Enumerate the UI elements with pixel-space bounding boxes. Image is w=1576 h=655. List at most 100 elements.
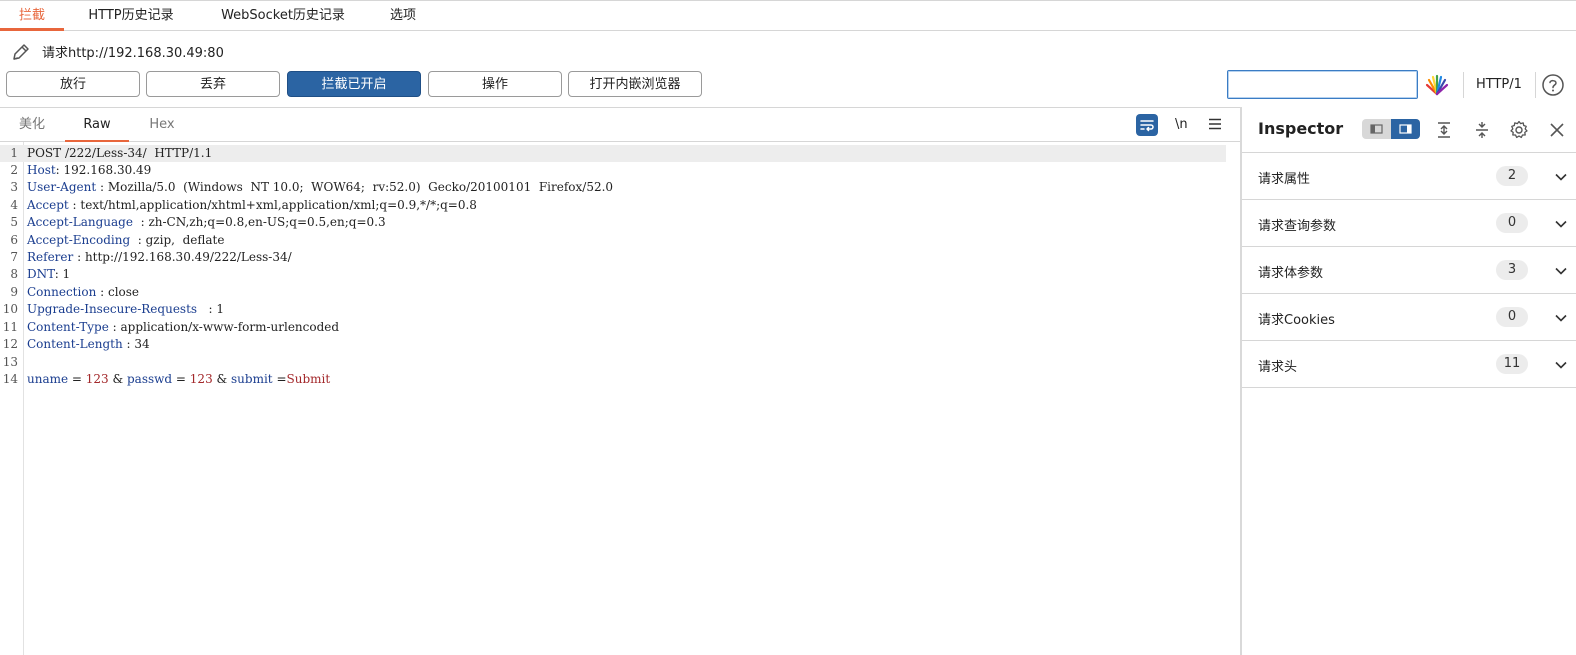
header-key: Referer	[27, 250, 74, 264]
line-number: 3	[10, 180, 18, 194]
help-icon[interactable]	[1541, 73, 1565, 97]
code-line[interactable]: 8 DNT: 1	[0, 266, 1226, 283]
param-value: Submit	[286, 372, 331, 386]
header-key: DNT	[27, 267, 55, 281]
header-value: : 1	[54, 267, 71, 281]
line-number: 11	[2, 320, 18, 334]
layout-right-icon[interactable]	[1391, 119, 1420, 139]
code-line[interactable]: 14 uname = 123 & passwd = 123 & submit =S…	[0, 371, 1226, 388]
line-number: 14	[2, 372, 18, 386]
section-count-badge: 0	[1496, 307, 1528, 327]
code-line[interactable]: 2 Host: 192.168.30.49	[0, 162, 1226, 179]
param-key: submit	[231, 372, 273, 386]
request-editor: 美化 Raw Hex \n 1 POST /222/Less-34/ HTTP/1…	[0, 107, 1240, 655]
forward-button[interactable]: 放行	[6, 71, 140, 97]
header-key: Upgrade-Insecure-Requests	[27, 302, 198, 316]
chevron-down-icon[interactable]	[1554, 170, 1568, 184]
header-value: : 1	[197, 302, 225, 316]
tab-options[interactable]: 选项	[378, 1, 428, 30]
tab-websocket-history[interactable]: WebSocket历史记录	[207, 1, 359, 30]
section-query-params[interactable]: 请求查询参数 0	[1242, 200, 1576, 247]
header-key: Connection	[27, 285, 97, 299]
code-line[interactable]: 1 POST /222/Less-34/ HTTP/1.1	[0, 145, 1226, 162]
code-line[interactable]: 3 User-Agent : Mozilla/5.0 (Windows NT 10…	[0, 179, 1226, 196]
action-button[interactable]: 操作	[428, 71, 562, 97]
tab-pretty[interactable]: 美化	[12, 108, 52, 141]
intercept-toggle-button[interactable]: 拦截已开启	[287, 71, 421, 97]
layout-toggle[interactable]	[1362, 119, 1420, 139]
close-icon[interactable]	[1547, 120, 1567, 140]
pencil-icon[interactable]	[10, 41, 32, 63]
param-separator: &	[108, 372, 127, 386]
header-key: Accept-Encoding	[27, 233, 131, 247]
section-request-attributes[interactable]: 请求属性 2	[1242, 153, 1576, 200]
drop-button[interactable]: 丢弃	[146, 71, 280, 97]
header-value: : 34	[122, 337, 150, 351]
tab-hex[interactable]: Hex	[140, 108, 184, 141]
chevron-down-icon[interactable]	[1554, 311, 1568, 325]
layout-left-icon[interactable]	[1362, 119, 1391, 139]
section-cookies[interactable]: 请求Cookies 0	[1242, 294, 1576, 341]
section-label: 请求头	[1258, 360, 1298, 375]
line-number: 5	[10, 215, 18, 229]
header-value: : application/x-www-form-urlencoded	[108, 320, 340, 334]
collapse-all-icon[interactable]	[1472, 120, 1492, 140]
tab-intercept[interactable]: 拦截	[0, 1, 64, 31]
header-value: : http://192.168.30.49/222/Less-34/	[73, 250, 292, 264]
burp-proxy-window: 拦截 HTTP历史记录 WebSocket历史记录 选项 请求http://19…	[0, 0, 1576, 655]
header-value: : zh-CN,zh;q=0.8,en-US;q=0.5,en;q=0.3	[132, 215, 386, 229]
code-line[interactable]: 5 Accept-Language : zh-CN,zh;q=0.8,en-US;…	[0, 214, 1226, 231]
code-line[interactable]: 9 Connection : close	[0, 284, 1226, 301]
section-count-badge: 2	[1496, 166, 1528, 186]
inspector-header: Inspector	[1242, 107, 1576, 153]
chevron-down-icon[interactable]	[1554, 264, 1568, 278]
param-operator: =	[272, 372, 287, 386]
line-number: 13	[2, 355, 18, 369]
code-area[interactable]: 1 POST /222/Less-34/ HTTP/1.1 2 Host: 192.…	[0, 142, 1240, 655]
burp-collaborator-icon[interactable]	[1424, 73, 1450, 99]
tab-http-history[interactable]: HTTP历史记录	[74, 1, 188, 30]
expand-all-icon[interactable]	[1434, 120, 1454, 140]
line-number: 2	[10, 163, 18, 177]
header-key: Content-Type	[27, 320, 109, 334]
header-value: : close	[96, 285, 140, 299]
show-newlines-toggle[interactable]: \n	[1175, 117, 1188, 132]
param-value: 123	[189, 372, 213, 386]
line-number: 7	[10, 250, 18, 264]
open-browser-button[interactable]: 打开内嵌浏览器	[568, 71, 702, 97]
param-operator: =	[172, 372, 190, 386]
section-label: 请求查询参数	[1258, 219, 1337, 234]
search-input[interactable]	[1227, 70, 1418, 99]
request-line-text: POST /222/Less-34/ HTTP/1.1	[27, 146, 213, 160]
code-line[interactable]: 10 Upgrade-Insecure-Requests : 1	[0, 301, 1226, 318]
header-key: Content-Length	[27, 337, 123, 351]
param-separator: &	[212, 372, 232, 386]
chevron-down-icon[interactable]	[1554, 217, 1568, 231]
tab-raw[interactable]: Raw	[65, 108, 129, 142]
wrap-lines-icon[interactable]	[1136, 114, 1158, 136]
header-value: : text/html,application/xhtml+xml,applic…	[68, 198, 477, 212]
menu-icon[interactable]	[1207, 116, 1223, 132]
http-version-selector[interactable]: HTTP/1	[1476, 77, 1522, 92]
line-number: 4	[10, 198, 18, 212]
section-headers[interactable]: 请求头 11	[1242, 341, 1576, 388]
header-value: : Mozilla/5.0 (Windows NT 10.0; WOW64; r…	[96, 180, 614, 194]
request-info-bar: 请求http://192.168.30.49:80	[0, 31, 1576, 69]
code-line[interactable]: 12 Content-Length : 34	[0, 336, 1226, 353]
section-body-params[interactable]: 请求体参数 3	[1242, 247, 1576, 294]
param-operator: =	[68, 372, 86, 386]
toolbar-divider	[1463, 72, 1464, 98]
code-line[interactable]: 11 Content-Type : application/x-www-form-…	[0, 319, 1226, 336]
code-line[interactable]: 6 Accept-Encoding : gzip, deflate	[0, 232, 1226, 249]
line-number: 6	[10, 233, 18, 247]
top-tab-bar: 拦截 HTTP历史记录 WebSocket历史记录 选项	[0, 0, 1576, 31]
line-number: 8	[10, 267, 18, 281]
code-line[interactable]: 4 Accept : text/html,application/xhtml+xm…	[0, 197, 1226, 214]
param-key: passwd	[127, 372, 173, 386]
code-line[interactable]: 13	[0, 354, 1226, 371]
gear-icon[interactable]	[1509, 120, 1529, 140]
editor-tab-bar: 美化 Raw Hex \n	[0, 108, 1240, 142]
code-line[interactable]: 7 Referer : http://192.168.30.49/222/Less…	[0, 249, 1226, 266]
header-value: : gzip, deflate	[130, 233, 225, 247]
chevron-down-icon[interactable]	[1554, 358, 1568, 372]
